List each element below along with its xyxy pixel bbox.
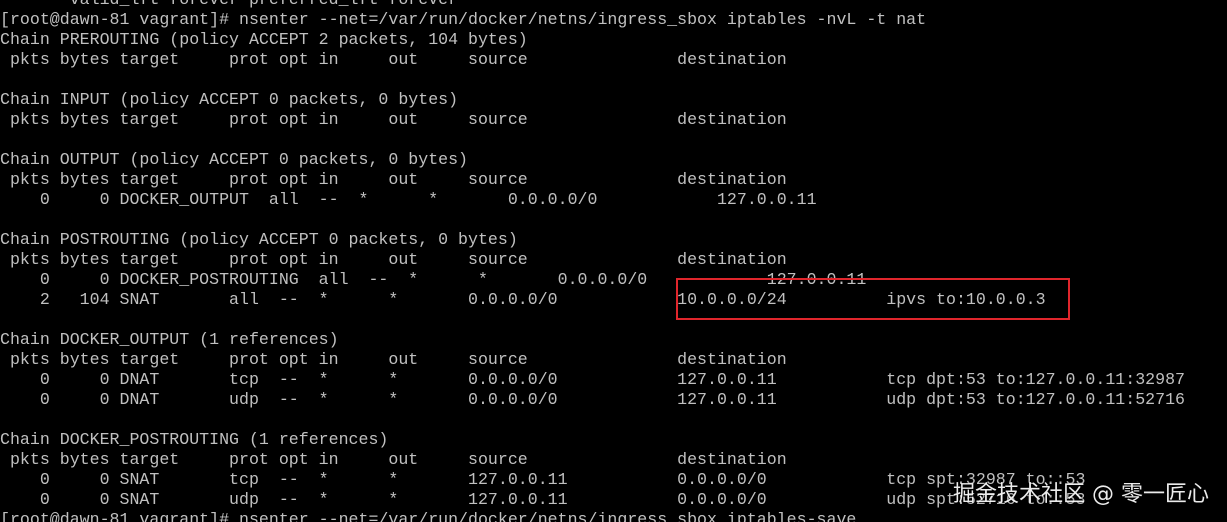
watermark: 掘金技术社区 @ 零一匠心 [953, 482, 1209, 507]
rule-row: 0 0 DNAT tcp -- * * 0.0.0.0/0 127.0.0.11… [0, 370, 1185, 389]
chain-header-output: Chain OUTPUT (policy ACCEPT 0 packets, 0… [0, 150, 469, 169]
chain-header-docker-postrouting: Chain DOCKER_POSTROUTING (1 references) [0, 430, 389, 449]
column-header-row: pkts bytes target prot opt in out source… [0, 450, 787, 469]
chain-header-input: Chain INPUT (policy ACCEPT 0 packets, 0 … [0, 90, 459, 109]
rule-row: 0 0 SNAT udp -- * * 127.0.0.11 0.0.0.0/0… [0, 490, 1086, 509]
command-line: [root@dawn-81 vagrant]# nsenter --net=/v… [0, 510, 857, 522]
terminal-window[interactable]: valid_lft forever preferred_lft forever … [0, 0, 1227, 522]
command-line: [root@dawn-81 vagrant]# nsenter --net=/v… [0, 10, 927, 29]
chain-header-docker-output: Chain DOCKER_OUTPUT (1 references) [0, 330, 339, 349]
column-header-row: pkts bytes target prot opt in out source… [0, 170, 787, 189]
column-header-row: pkts bytes target prot opt in out source… [0, 250, 787, 269]
highlight-annotation-box [676, 278, 1070, 320]
column-header-row: pkts bytes target prot opt in out source… [0, 50, 787, 69]
chain-header-prerouting: Chain PREROUTING (policy ACCEPT 2 packet… [0, 30, 528, 49]
rule-row: 0 0 DOCKER_OUTPUT all -- * * 0.0.0.0/0 1… [0, 190, 817, 209]
output-line: valid_lft forever preferred_lft forever [0, 0, 458, 10]
column-header-row: pkts bytes target prot opt in out source… [0, 110, 787, 129]
column-header-row: pkts bytes target prot opt in out source… [0, 350, 787, 369]
chain-header-postrouting: Chain POSTROUTING (policy ACCEPT 0 packe… [0, 230, 518, 249]
rule-row: 0 0 SNAT tcp -- * * 127.0.0.11 0.0.0.0/0… [0, 470, 1086, 489]
rule-row: 0 0 DNAT udp -- * * 0.0.0.0/0 127.0.0.11… [0, 390, 1185, 409]
